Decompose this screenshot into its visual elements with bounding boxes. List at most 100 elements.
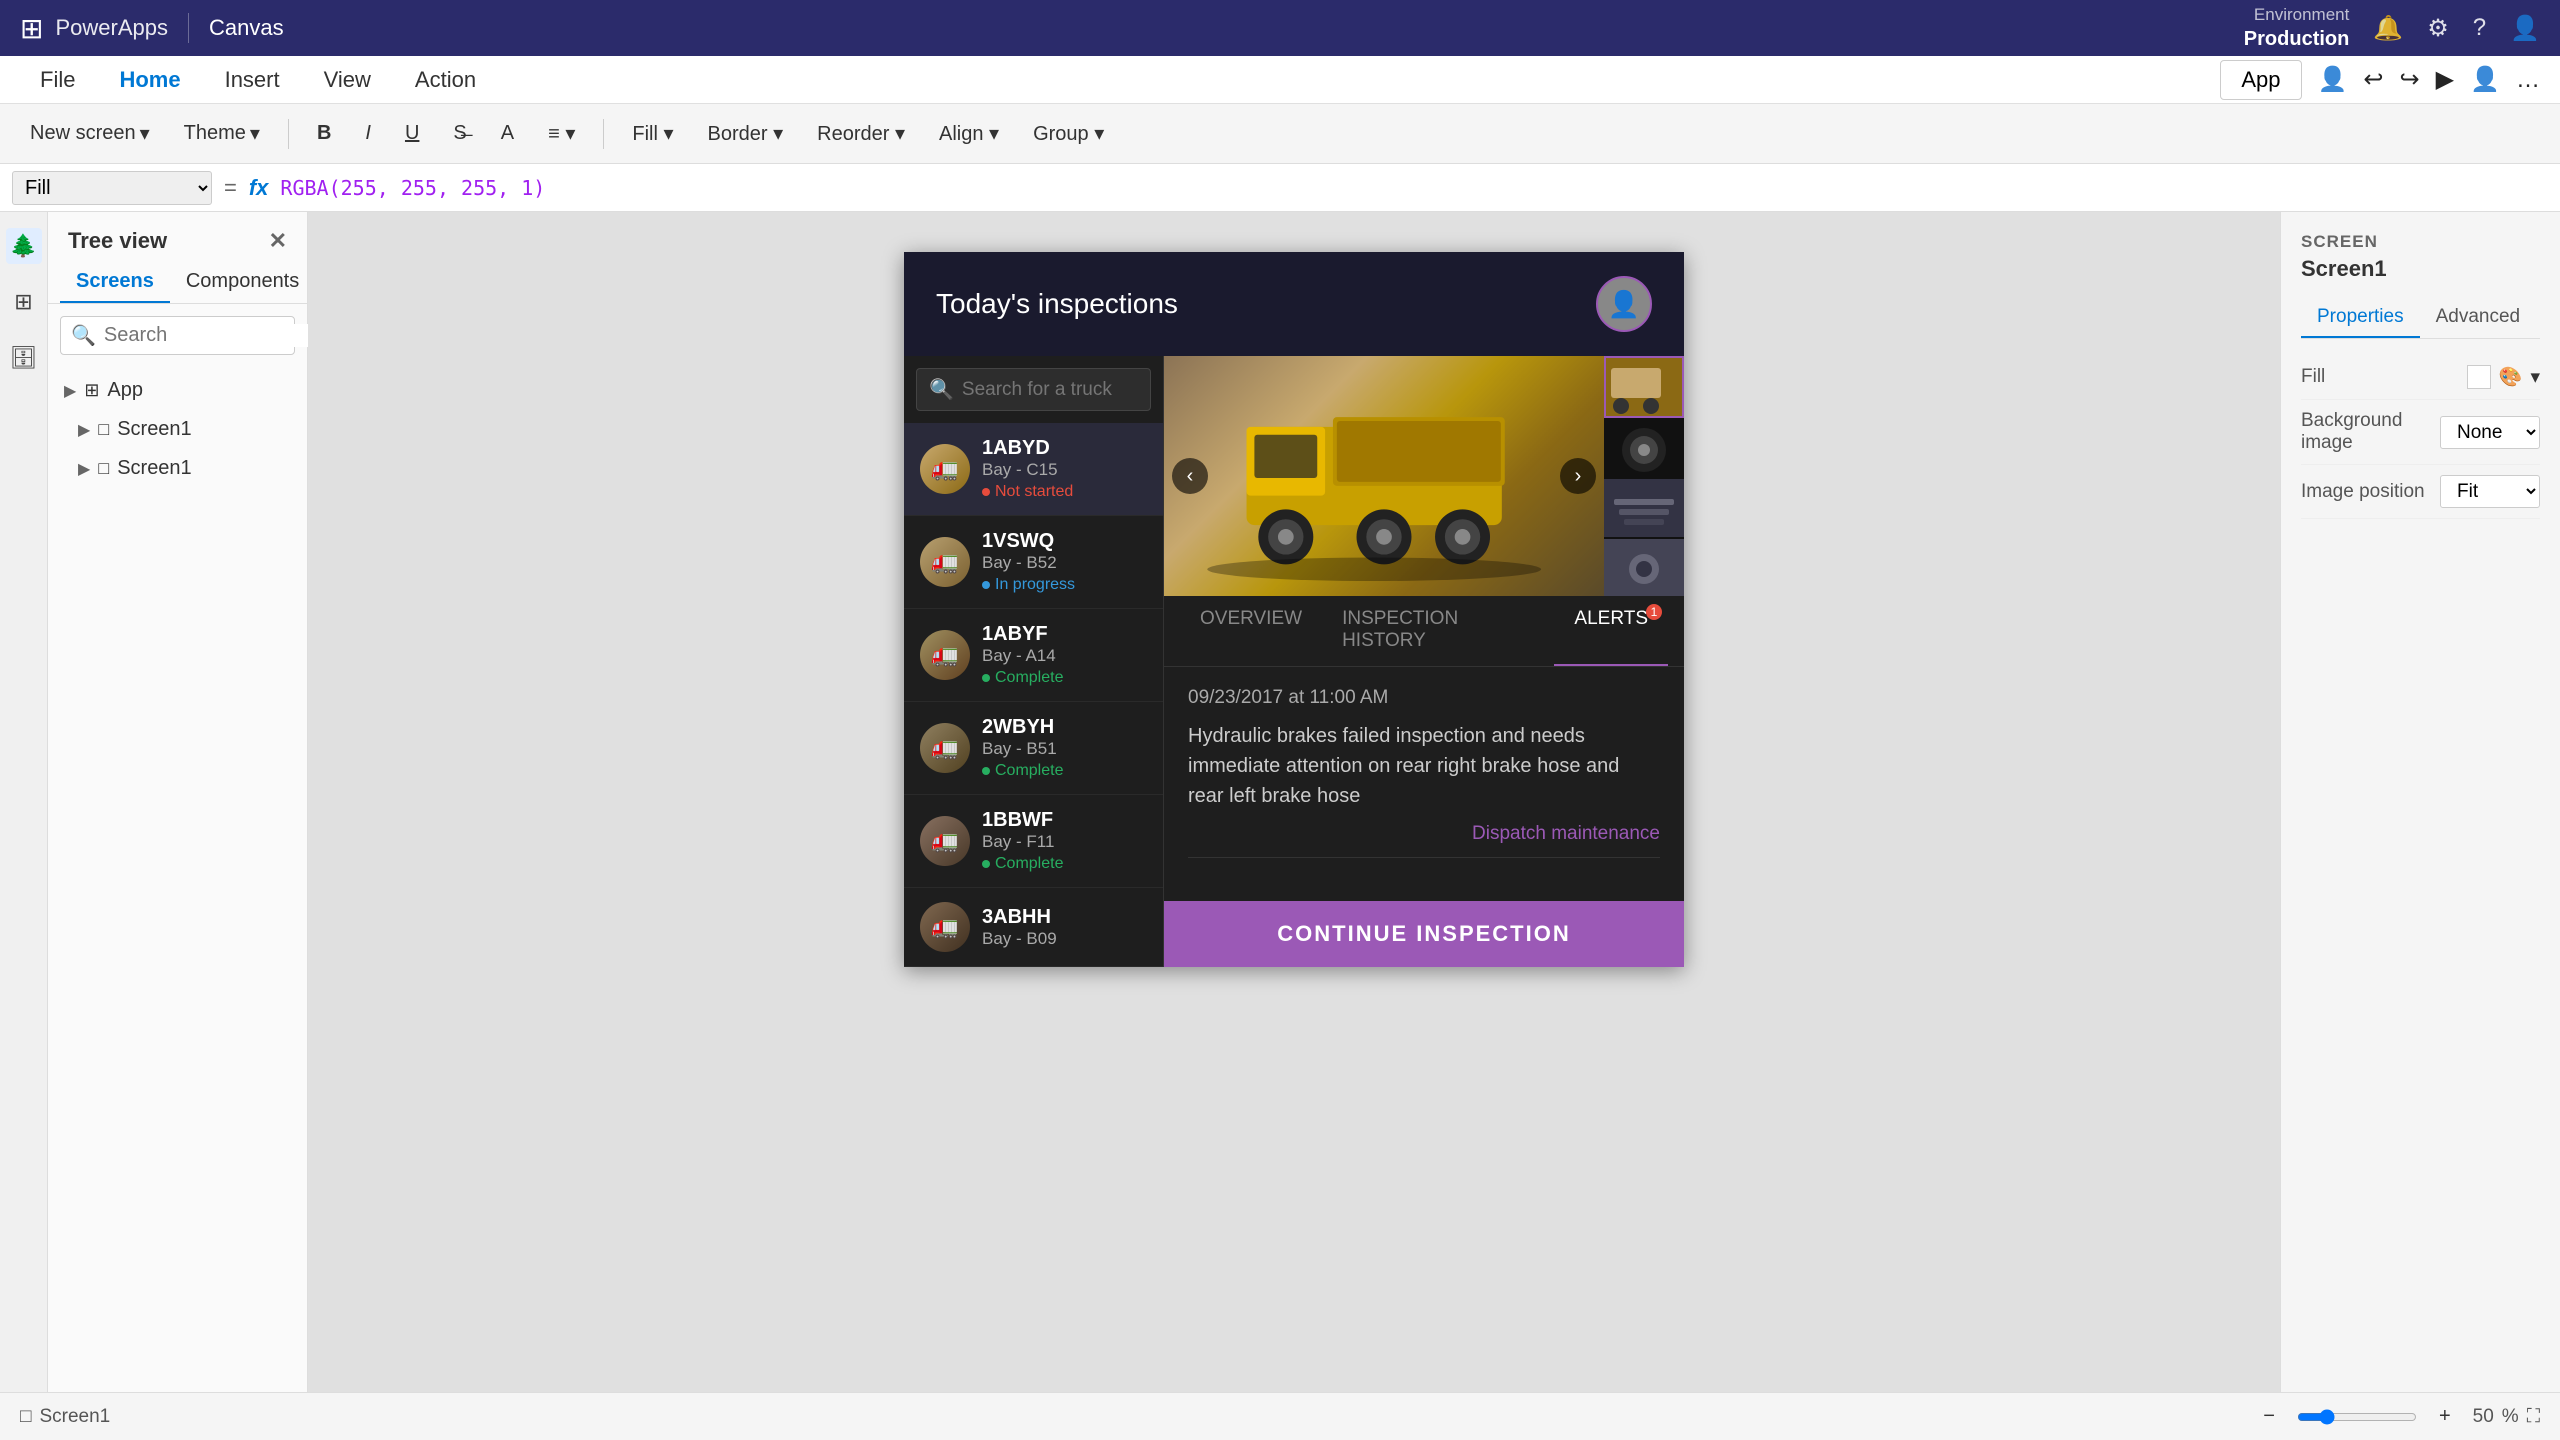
current-screen-name: Screen1 xyxy=(39,1406,110,1428)
screen-icon-1a: □ xyxy=(98,419,109,440)
settings-icon[interactable]: ⚙ xyxy=(2427,14,2449,43)
prop-label-fill: Fill xyxy=(2301,366,2325,388)
tab-overview[interactable]: OVERVIEW xyxy=(1180,596,1322,666)
zoom-out-button[interactable]: − xyxy=(2249,1400,2289,1433)
tree-view-title: Tree view xyxy=(68,228,167,254)
play-icon[interactable]: ▶ xyxy=(2436,65,2454,94)
italic-button[interactable]: I xyxy=(351,117,385,150)
screen-icon-1b: □ xyxy=(98,458,109,479)
panel-tab-advanced[interactable]: Advanced xyxy=(2420,298,2537,338)
menu-bar-right: App 👤 ↩ ↪ ▶ 👤 … xyxy=(2220,60,2540,100)
property-selector[interactable]: Fill xyxy=(12,171,212,205)
underline-button[interactable]: U xyxy=(391,117,433,150)
status-dot-1vswq xyxy=(982,581,990,589)
bell-icon[interactable]: 🔔 xyxy=(2373,14,2403,43)
prev-image-button[interactable]: ‹ xyxy=(1172,458,1208,494)
image-pos-select[interactable]: Fit xyxy=(2440,475,2540,508)
thumb-2[interactable] xyxy=(1604,420,1684,478)
truck-bay-1vswq: Bay - B52 xyxy=(982,553,1147,573)
tab-components[interactable]: Components xyxy=(170,262,315,303)
undo-icon[interactable]: ↩ xyxy=(2363,65,2383,94)
tab-screens[interactable]: Screens xyxy=(60,262,170,303)
align-pos-button[interactable]: Align ▾ xyxy=(925,116,1013,151)
redo-icon[interactable]: ↪ xyxy=(2400,65,2420,94)
bg-image-select[interactable]: None xyxy=(2440,416,2540,449)
group-button[interactable]: Group ▾ xyxy=(1019,116,1118,151)
align-button[interactable]: ≡ ▾ xyxy=(534,116,589,151)
thumb-3[interactable] xyxy=(1604,479,1684,537)
continue-inspection-button[interactable]: CONTINUE INSPECTION xyxy=(1164,901,1684,967)
zoom-slider[interactable] xyxy=(2297,1409,2417,1425)
truck-info-1abyf: 1ABYF Bay - A14 Complete xyxy=(982,623,1147,687)
truck-id-3abhh: 3ABHH xyxy=(982,906,1147,929)
close-tree-button[interactable]: ✕ xyxy=(269,228,287,254)
truck-avatar-3abhh: 🚛 xyxy=(920,902,970,952)
menu-file[interactable]: File xyxy=(20,61,95,99)
alert-date: 09/23/2017 at 11:00 AM xyxy=(1188,687,1660,709)
tree-view-icon[interactable]: 🌲 xyxy=(6,228,42,264)
fill-icon[interactable]: 🎨 xyxy=(2499,365,2523,389)
main-layout: 🌲 ⊞ 🗄 Tree view ✕ Screens Components 🔍 ▶… xyxy=(0,212,2560,1392)
truck-status-2wbyh: Complete xyxy=(982,762,1147,780)
new-screen-button[interactable]: New screen ▾ xyxy=(16,116,164,151)
tree-item-app[interactable]: ▶ ⊞ App xyxy=(48,371,307,410)
strikethrough-button[interactable]: S̶ xyxy=(439,117,480,150)
tree-item-label-screen1b: Screen1 xyxy=(117,457,192,480)
panel-tab-properties[interactable]: Properties xyxy=(2301,298,2420,338)
reorder-button[interactable]: Reorder ▾ xyxy=(803,116,919,151)
border-button[interactable]: Border ▾ xyxy=(694,116,798,151)
thumb-4[interactable] xyxy=(1604,539,1684,597)
bold-button[interactable]: B xyxy=(303,117,345,150)
truck-item-1bbwf[interactable]: 🚛 1BBWF Bay - F11 Complete xyxy=(904,795,1163,888)
menu-home[interactable]: Home xyxy=(99,61,200,99)
account-icon[interactable]: 👤 xyxy=(2470,65,2500,94)
user-avatar: 👤 xyxy=(1596,276,1652,332)
dispatch-link[interactable]: Dispatch maintenance xyxy=(1188,823,1660,845)
font-color-button[interactable]: A xyxy=(487,117,528,150)
menu-insert[interactable]: Insert xyxy=(205,61,300,99)
next-image-button[interactable]: › xyxy=(1560,458,1596,494)
truck-item-1abyd[interactable]: 🚛 1ABYD Bay - C15 Not started xyxy=(904,423,1163,516)
formula-input[interactable] xyxy=(280,176,2548,200)
fill-swatch[interactable] xyxy=(2467,365,2491,389)
tree-item-screen1a[interactable]: ▶ □ Screen1 xyxy=(48,410,307,449)
zoom-value: 50 xyxy=(2473,1406,2494,1428)
components-icon[interactable]: ⊞ xyxy=(6,284,42,320)
truck-id-1bbwf: 1BBWF xyxy=(982,809,1147,832)
menu-view[interactable]: View xyxy=(304,61,391,99)
thumb-1[interactable] xyxy=(1604,356,1684,418)
tree-item-screen1b[interactable]: ▶ □ Screen1 xyxy=(48,449,307,488)
menu-bar: File Home Insert View Action App 👤 ↩ ↪ ▶… xyxy=(0,56,2560,104)
help-icon[interactable]: ? xyxy=(2473,14,2486,42)
menu-action[interactable]: Action xyxy=(395,61,496,99)
fill-button[interactable]: Fill ▾ xyxy=(618,116,687,151)
tab-alerts[interactable]: ALERTS 1 xyxy=(1554,596,1668,666)
fullscreen-icon[interactable]: ⛶ xyxy=(2527,1406,2540,1428)
fx-icon[interactable]: fx xyxy=(249,175,269,201)
fill-dropdown-arrow[interactable]: ▾ xyxy=(2530,366,2540,389)
theme-button[interactable]: Theme ▾ xyxy=(170,116,274,151)
formula-bar: Fill = fx xyxy=(0,164,2560,212)
app-button[interactable]: App xyxy=(2220,60,2301,100)
canvas-label: Canvas xyxy=(209,15,284,41)
truck-item-2wbyh[interactable]: 🚛 2WBYH Bay - B51 Complete xyxy=(904,702,1163,795)
thumb-tire xyxy=(1604,420,1684,478)
thumb-truck-1 xyxy=(1606,358,1684,418)
truck-item-3abhh[interactable]: 🚛 3ABHH Bay - B09 xyxy=(904,888,1163,967)
zoom-in-button[interactable]: + xyxy=(2425,1400,2465,1433)
user-connect-icon[interactable]: 👤 xyxy=(2318,65,2348,94)
data-icon[interactable]: 🗄 xyxy=(6,340,42,376)
waffle-icon[interactable]: ⊞ xyxy=(20,12,43,45)
user-avatar-top[interactable]: 👤 xyxy=(2510,14,2540,43)
more-icon[interactable]: … xyxy=(2516,66,2540,94)
prop-row-fill: Fill 🎨 ▾ xyxy=(2301,355,2540,400)
search-icon-list: 🔍 xyxy=(929,377,954,402)
tab-inspection-history[interactable]: INSPECTION HISTORY xyxy=(1322,596,1554,666)
status-dot-1abyd xyxy=(982,488,990,496)
zoom-controls: − + 50 % ⛶ xyxy=(2249,1400,2540,1433)
truck-image-placeholder xyxy=(1164,356,1604,596)
truck-item-1abyf[interactable]: 🚛 1ABYF Bay - A14 Complete xyxy=(904,609,1163,702)
prop-row-bg-image: Background image None xyxy=(2301,400,2540,465)
tree-search-icon: 🔍 xyxy=(71,323,96,348)
truck-item-1vswq[interactable]: 🚛 1VSWQ Bay - B52 In progress xyxy=(904,516,1163,609)
